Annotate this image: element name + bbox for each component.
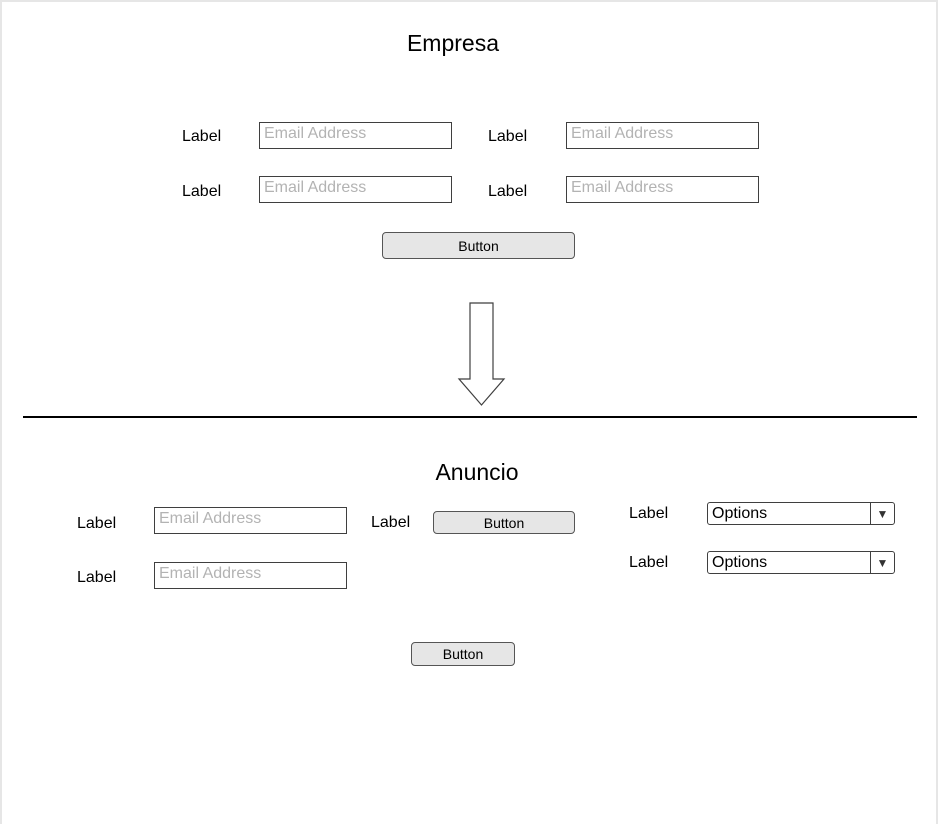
options-select[interactable]: Options ▼ xyxy=(707,551,895,574)
select-label: Label xyxy=(629,554,669,571)
field-label: Label xyxy=(182,128,222,145)
anuncio-submit-button[interactable]: Button xyxy=(411,642,515,666)
section-divider xyxy=(23,416,917,418)
field-label: Label xyxy=(488,183,528,200)
anuncio-inline-button[interactable]: Button xyxy=(433,511,575,534)
email-field[interactable]: Email Address xyxy=(566,176,759,203)
canvas-frame xyxy=(0,0,938,824)
select-value: Options xyxy=(712,504,768,522)
email-field[interactable]: Email Address xyxy=(259,176,452,203)
field-label: Label xyxy=(77,569,117,586)
email-field[interactable]: Email Address xyxy=(566,122,759,149)
field-label: Label xyxy=(77,515,117,532)
select-label: Label xyxy=(629,505,669,522)
section-title-empresa: Empresa xyxy=(406,30,500,56)
section-title-anuncio: Anuncio xyxy=(435,459,519,485)
chevron-down-icon[interactable]: ▼ xyxy=(870,503,894,524)
field-label: Label xyxy=(488,128,528,145)
options-select[interactable]: Options ▼ xyxy=(707,502,895,525)
select-value: Options xyxy=(712,553,768,571)
empresa-submit-button[interactable]: Button xyxy=(382,232,575,259)
email-field[interactable]: Email Address xyxy=(154,507,347,534)
email-field[interactable]: Email Address xyxy=(259,122,452,149)
field-label: Label xyxy=(371,514,411,531)
arrow-down-icon xyxy=(457,302,506,406)
chevron-down-icon[interactable]: ▼ xyxy=(870,552,894,573)
field-label: Label xyxy=(182,183,222,200)
email-field[interactable]: Email Address xyxy=(154,562,347,589)
